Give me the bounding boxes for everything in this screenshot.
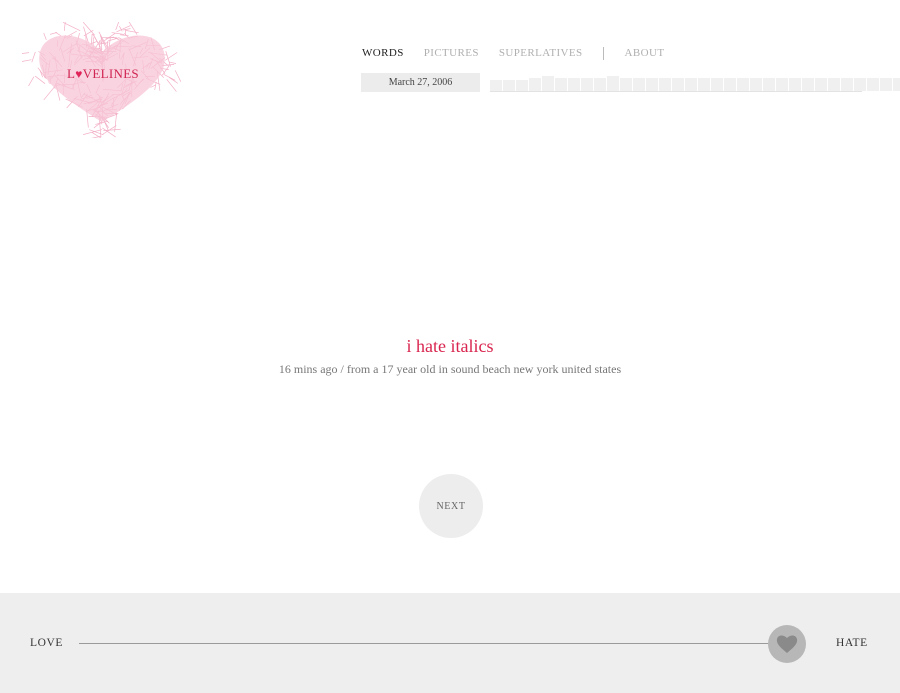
love-hate-footer: LOVE HATE: [0, 593, 900, 693]
timeline-day[interactable]: [893, 78, 900, 91]
timeline-day[interactable]: [620, 78, 632, 91]
timeline-day[interactable]: [607, 76, 619, 91]
message-text: i hate italics: [406, 336, 494, 356]
timeline-day[interactable]: [711, 78, 723, 91]
love-hate-slider-knob[interactable]: [768, 625, 806, 663]
nav-pictures[interactable]: PICTURES: [424, 47, 479, 59]
timeline-day[interactable]: [633, 78, 645, 91]
timeline-day[interactable]: [516, 80, 528, 91]
timeline-day[interactable]: [490, 80, 502, 91]
hate-label: HATE: [836, 637, 868, 649]
timeline-bar[interactable]: [490, 70, 900, 92]
nav-about[interactable]: ABOUT: [625, 47, 665, 59]
heart-icon: ♥: [75, 67, 83, 81]
timeline-day[interactable]: [659, 78, 671, 91]
logo[interactable]: L♥VELINES: [22, 22, 182, 138]
timeline-day[interactable]: [841, 78, 853, 91]
timeline-day[interactable]: [581, 78, 593, 91]
timeline-day[interactable]: [529, 78, 541, 91]
timeline-day[interactable]: [646, 78, 658, 91]
message-block: i hate italics 16 mins ago / from a 17 y…: [0, 336, 900, 377]
love-label: LOVE: [30, 637, 64, 649]
logo-text: L♥VELINES: [67, 66, 139, 81]
timeline-day[interactable]: [763, 78, 775, 91]
timeline-day[interactable]: [867, 78, 879, 91]
timeline-day[interactable]: [503, 80, 515, 91]
timeline-day[interactable]: [880, 78, 892, 91]
nav-divider: [602, 46, 604, 60]
timeline-day[interactable]: [802, 78, 814, 91]
timeline-day[interactable]: [542, 76, 554, 91]
message-meta: 16 mins ago / from a 17 year old in soun…: [278, 362, 622, 376]
timeline-day[interactable]: [828, 78, 840, 91]
timeline-day[interactable]: [737, 78, 749, 91]
timeline-day[interactable]: [789, 78, 801, 91]
nav-words[interactable]: WORDS: [362, 47, 404, 59]
timeline-baseline: [490, 91, 862, 92]
timeline-day[interactable]: [555, 78, 567, 91]
timeline-day[interactable]: [568, 78, 580, 91]
timeline-day[interactable]: [594, 78, 606, 91]
timeline-day[interactable]: [854, 78, 866, 91]
timeline-day[interactable]: [724, 78, 736, 91]
timeline-day[interactable]: [750, 78, 762, 91]
timeline-day[interactable]: [685, 78, 697, 91]
timeline-day[interactable]: [815, 78, 827, 91]
timeline-day[interactable]: [776, 78, 788, 91]
timeline-day[interactable]: [672, 78, 684, 91]
nav-superlatives[interactable]: SUPERLATIVES: [499, 47, 583, 59]
love-hate-slider-track[interactable]: [79, 643, 787, 644]
timeline-day[interactable]: [698, 78, 710, 91]
main-nav: WORDS PICTURES SUPERLATIVES ABOUT: [362, 45, 684, 61]
date-display: March 27, 2006: [361, 73, 480, 92]
heart-icon: [776, 635, 798, 653]
next-button[interactable]: NEXT: [419, 474, 483, 538]
